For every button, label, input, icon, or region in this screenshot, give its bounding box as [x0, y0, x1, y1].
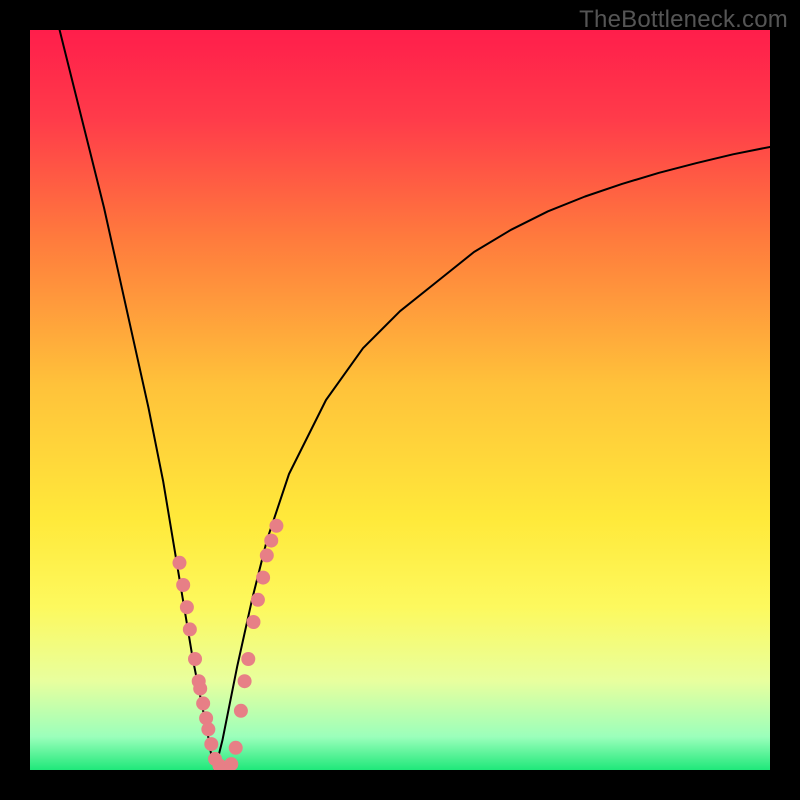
marker-left-markers: [193, 682, 207, 696]
marker-right-markers: [238, 674, 252, 688]
curve-right-branch: [215, 147, 770, 770]
marker-left-markers: [180, 600, 194, 614]
marker-left-markers: [176, 578, 190, 592]
marker-right-markers: [224, 757, 238, 770]
watermark-text: TheBottleneck.com: [579, 6, 788, 34]
marker-right-markers: [246, 615, 260, 629]
marker-left-markers: [196, 696, 210, 710]
chart-frame: TheBottleneck.com: [0, 0, 800, 800]
marker-right-markers: [269, 519, 283, 533]
marker-left-markers: [188, 652, 202, 666]
marker-left-markers: [204, 737, 218, 751]
marker-right-markers: [241, 652, 255, 666]
marker-right-markers: [260, 548, 274, 562]
marker-left-markers: [172, 556, 186, 570]
marker-left-markers: [201, 722, 215, 736]
marker-left-markers: [183, 622, 197, 636]
marker-right-markers: [256, 571, 270, 585]
plot-area: [30, 30, 770, 770]
marker-right-markers: [229, 741, 243, 755]
marker-right-markers: [264, 534, 278, 548]
marker-right-markers: [251, 593, 265, 607]
chart-curves: [30, 30, 770, 770]
marker-right-markers: [234, 704, 248, 718]
